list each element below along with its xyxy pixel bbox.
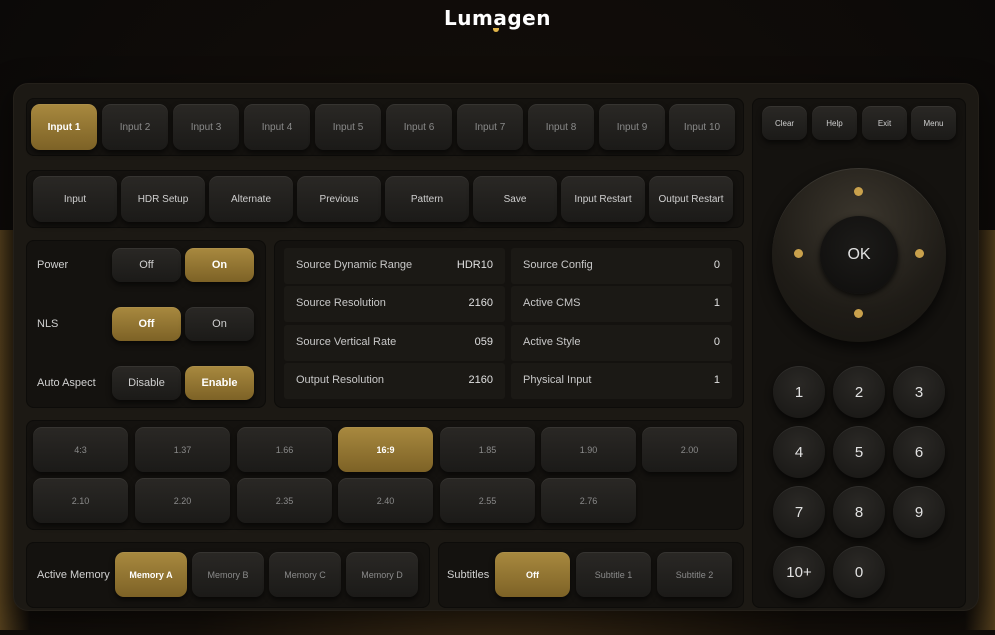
status-key: Source Resolution: [296, 297, 386, 309]
status-cell: Active CMS 1: [511, 286, 732, 322]
status-cell: Physical Input 1: [511, 363, 732, 399]
nls-on-button[interactable]: On: [185, 307, 254, 341]
status-key: Source Dynamic Range: [296, 259, 413, 271]
key-3-button[interactable]: 3: [893, 366, 945, 418]
aspect-2-40-button[interactable]: 2.40: [338, 478, 433, 523]
auto-aspect-disable-button[interactable]: Disable: [112, 366, 181, 400]
status-value: 0: [713, 259, 720, 271]
status-value: HDR10: [456, 259, 493, 271]
status-cell: Source Dynamic Range HDR10: [284, 248, 505, 284]
subtitle-1-button[interactable]: Subtitle 1: [576, 552, 651, 597]
dpad-left-arrow[interactable]: [794, 249, 803, 258]
status-value: 2160: [468, 297, 493, 309]
auto-aspect-label: Auto Aspect: [37, 377, 96, 389]
subtitles-label: Subtitles: [447, 569, 490, 581]
input-function-button[interactable]: Input: [33, 176, 117, 222]
status-cell: Source Resolution 2160: [284, 286, 505, 322]
logo-text: Lumagen: [444, 6, 551, 30]
status-key: Physical Input: [523, 374, 592, 386]
aspect-1-85-button[interactable]: 1.85: [440, 427, 535, 472]
aspect-4-3-button[interactable]: 4:3: [33, 427, 128, 472]
aspect-1-37-button[interactable]: 1.37: [135, 427, 230, 472]
status-key: Active Style: [523, 336, 581, 348]
status-value: 1: [713, 297, 720, 309]
aspect-2-10-button[interactable]: 2.10: [33, 478, 128, 523]
status-key: Active CMS: [523, 297, 581, 309]
key-9-button[interactable]: 9: [893, 486, 945, 538]
power-on-button[interactable]: On: [185, 248, 254, 282]
aspect-1-90-button[interactable]: 1.90: [541, 427, 636, 472]
status-value: 0: [713, 336, 720, 348]
key-8-button[interactable]: 8: [833, 486, 885, 538]
aspect-2-76-button[interactable]: 2.76: [541, 478, 636, 523]
subtitles-off-button[interactable]: Off: [495, 552, 570, 597]
input-1-button[interactable]: Input 1: [31, 104, 97, 150]
key-7-button[interactable]: 7: [773, 486, 825, 538]
brand-logo: Lumagen: [0, 6, 995, 32]
pattern-button[interactable]: Pattern: [385, 176, 469, 222]
clear-button[interactable]: Clear: [762, 106, 807, 140]
input-10-button[interactable]: Input 10: [669, 104, 735, 150]
key-5-button[interactable]: 5: [833, 426, 885, 478]
nls-label: NLS: [37, 318, 59, 330]
output-restart-button[interactable]: Output Restart: [649, 176, 733, 222]
input-9-button[interactable]: Input 9: [599, 104, 665, 150]
previous-button[interactable]: Previous: [297, 176, 381, 222]
status-cell: Active Style 0: [511, 325, 732, 361]
key-1-button[interactable]: 1: [773, 366, 825, 418]
status-table: Source Dynamic Range HDR10 Source Config…: [284, 248, 734, 400]
aspect-2-00-button[interactable]: 2.00: [642, 427, 737, 472]
status-value: 059: [474, 336, 493, 348]
input-2-button[interactable]: Input 2: [102, 104, 168, 150]
key-6-button[interactable]: 6: [893, 426, 945, 478]
active-memory-label: Active Memory: [37, 569, 110, 581]
status-value: 1: [713, 374, 720, 386]
dpad-down-arrow[interactable]: [854, 309, 863, 318]
aspect-1-66-button[interactable]: 1.66: [237, 427, 332, 472]
status-cell: Source Config 0: [511, 248, 732, 284]
aspect-16-9-button[interactable]: 16:9: [338, 427, 433, 472]
status-cell: Output Resolution 2160: [284, 363, 505, 399]
key-4-button[interactable]: 4: [773, 426, 825, 478]
hdr-setup-button[interactable]: HDR Setup: [121, 176, 205, 222]
input-8-button[interactable]: Input 8: [528, 104, 594, 150]
input-5-button[interactable]: Input 5: [315, 104, 381, 150]
logo-bulb-icon: [493, 28, 499, 32]
aspect-2-20-button[interactable]: 2.20: [135, 478, 230, 523]
memory-d-button[interactable]: Memory D: [346, 552, 418, 597]
auto-aspect-enable-button[interactable]: Enable: [185, 366, 254, 400]
power-label: Power: [37, 259, 69, 271]
key-0-button[interactable]: 0: [833, 546, 885, 598]
nls-off-button[interactable]: Off: [112, 307, 181, 341]
status-value: 2160: [468, 374, 493, 386]
input-restart-button[interactable]: Input Restart: [561, 176, 645, 222]
aspect-2-55-button[interactable]: 2.55: [440, 478, 535, 523]
input-7-button[interactable]: Input 7: [457, 104, 523, 150]
dpad-right-arrow[interactable]: [915, 249, 924, 258]
exit-button[interactable]: Exit: [862, 106, 907, 140]
power-off-button[interactable]: Off: [112, 248, 181, 282]
key-10-plus-button[interactable]: 10+: [773, 546, 825, 598]
help-button[interactable]: Help: [812, 106, 857, 140]
subtitle-2-button[interactable]: Subtitle 2: [657, 552, 732, 597]
key-2-button[interactable]: 2: [833, 366, 885, 418]
status-key: Source Config: [523, 259, 593, 271]
input-3-button[interactable]: Input 3: [173, 104, 239, 150]
save-button[interactable]: Save: [473, 176, 557, 222]
dpad-up-arrow[interactable]: [854, 187, 863, 196]
menu-button[interactable]: Menu: [911, 106, 956, 140]
status-key: Source Vertical Rate: [296, 336, 397, 348]
input-6-button[interactable]: Input 6: [386, 104, 452, 150]
status-key: Output Resolution: [296, 374, 385, 386]
alternate-button[interactable]: Alternate: [209, 176, 293, 222]
memory-b-button[interactable]: Memory B: [192, 552, 264, 597]
memory-a-button[interactable]: Memory A: [115, 552, 187, 597]
aspect-2-35-button[interactable]: 2.35: [237, 478, 332, 523]
memory-c-button[interactable]: Memory C: [269, 552, 341, 597]
status-cell: Source Vertical Rate 059: [284, 325, 505, 361]
ok-button[interactable]: OK: [820, 216, 898, 294]
input-4-button[interactable]: Input 4: [244, 104, 310, 150]
